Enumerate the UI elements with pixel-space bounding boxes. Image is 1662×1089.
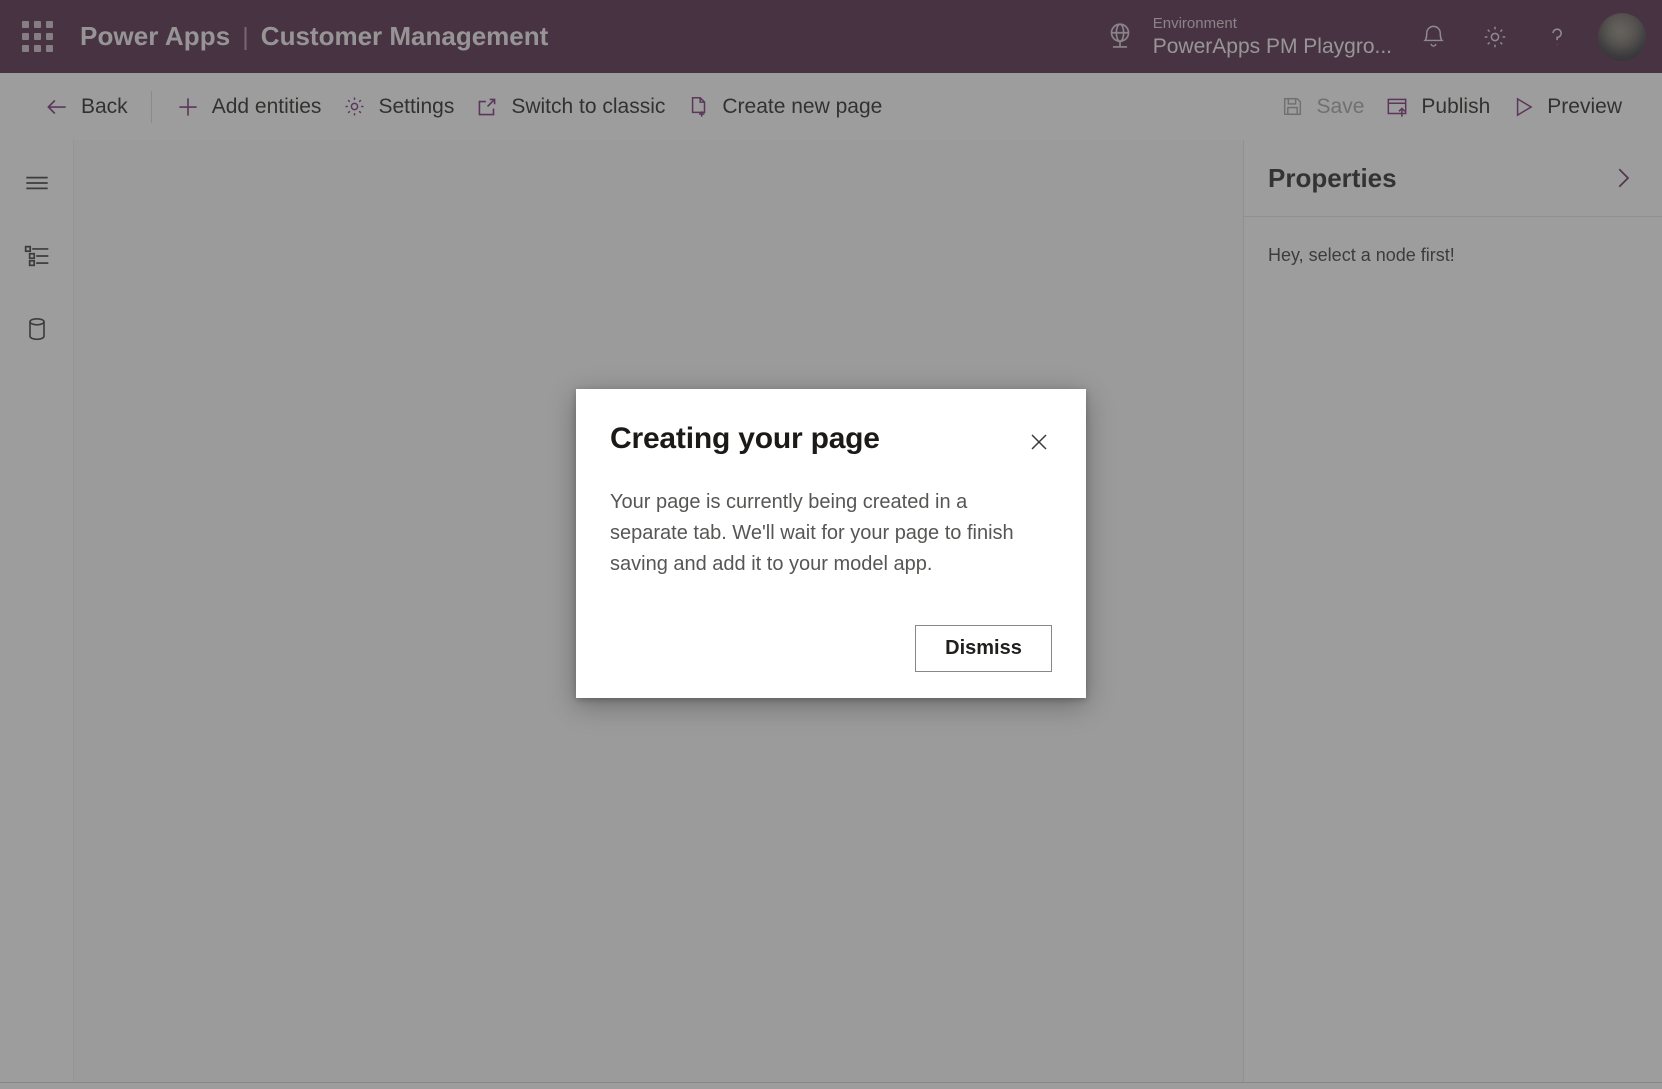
dialog-title: Creating your page <box>610 422 880 455</box>
creating-page-dialog: Creating your page Your page is currentl… <box>576 389 1086 698</box>
dialog-footer: Dismiss <box>610 625 1052 672</box>
app-root: Power Apps | Customer Management Environ… <box>0 0 1662 1089</box>
dialog-header: Creating your page <box>610 421 1052 461</box>
close-icon[interactable] <box>1020 423 1058 461</box>
dialog-message: Your page is currently being created in … <box>610 491 1014 575</box>
dismiss-button[interactable]: Dismiss <box>915 625 1052 672</box>
